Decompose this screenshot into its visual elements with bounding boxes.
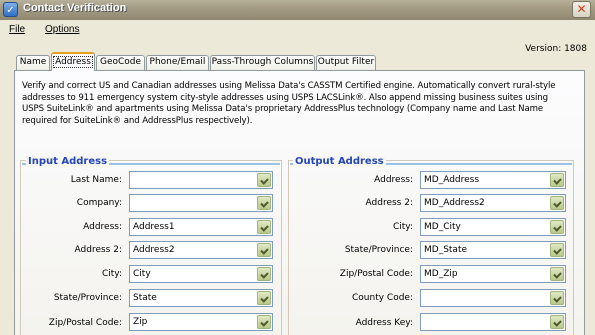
input-zip-combo[interactable]: Zip bbox=[129, 313, 273, 331]
output-zip-label: Zip/Postal Code: bbox=[339, 269, 413, 279]
dropdown-arrow-icon[interactable] bbox=[257, 267, 271, 281]
dropdown-arrow-icon[interactable] bbox=[550, 315, 564, 329]
tab-name[interactable]: Name bbox=[16, 55, 50, 70]
input-address-label: Address: bbox=[83, 222, 122, 232]
menu-file-label: File bbox=[9, 24, 26, 35]
input-state-label: State/Province: bbox=[53, 293, 122, 303]
close-button[interactable]: ✕ bbox=[572, 1, 591, 18]
description-line: addresses to 911 emergency system city-s… bbox=[22, 92, 548, 103]
dropdown-arrow-icon[interactable] bbox=[257, 173, 271, 187]
output-address-combo[interactable]: MD_Address bbox=[420, 171, 566, 189]
combo-value: City bbox=[133, 269, 151, 279]
output-city-label: City: bbox=[392, 222, 413, 232]
input-address2-combo[interactable]: Address2 bbox=[129, 241, 273, 259]
combo-value: Address2 bbox=[133, 245, 175, 255]
tab-phone-email[interactable]: Phone/Email bbox=[146, 55, 209, 70]
title-bar[interactable]: ✓ Contact Verification ✕ bbox=[0, 0, 595, 20]
output-state-label: State/Province: bbox=[344, 245, 413, 255]
tab-name-label: Name bbox=[19, 57, 47, 67]
combo-value: State bbox=[133, 293, 157, 303]
input-city-combo[interactable]: City bbox=[129, 265, 273, 283]
menu-options-label: Options bbox=[45, 24, 80, 35]
combo-value: MD_Address2 bbox=[424, 198, 485, 208]
contact-verification-window: ✓ Contact Verification ✕ File Options Ve… bbox=[0, 0, 595, 335]
tab-output-filter-label: Output Filter bbox=[317, 57, 375, 67]
output-address-key-combo[interactable] bbox=[420, 313, 566, 331]
window-title: Contact Verification bbox=[23, 2, 127, 14]
menu-file[interactable]: File bbox=[9, 24, 25, 35]
tab-phone-email-label: Phone/Email bbox=[149, 57, 206, 67]
dropdown-arrow-icon[interactable] bbox=[550, 243, 564, 257]
menu-bar: File Options bbox=[0, 20, 595, 40]
output-county-code-combo[interactable] bbox=[420, 289, 566, 307]
combo-value: Zip bbox=[133, 317, 148, 327]
description-line: required for SuiteLink® and AddressPlus … bbox=[22, 115, 253, 126]
input-city-label: City: bbox=[101, 269, 122, 279]
tab-geocode-label: GeoCode bbox=[99, 57, 142, 67]
dropdown-arrow-icon[interactable] bbox=[550, 173, 564, 187]
tab-pass-through-columns[interactable]: Pass-Through Columns bbox=[210, 55, 315, 70]
output-address2-combo[interactable]: MD_Address2 bbox=[420, 194, 566, 212]
output-zip-combo[interactable]: MD_Zip bbox=[420, 265, 566, 283]
input-company-combo[interactable] bbox=[129, 194, 273, 212]
tab-address-label: Address bbox=[53, 56, 93, 68]
output-address2-label: Address 2: bbox=[365, 198, 413, 208]
description-line: USPS SuiteLink® and apartments using Mel… bbox=[22, 104, 544, 115]
app-icon: ✓ bbox=[3, 2, 18, 17]
version-label: Version: 1808 bbox=[525, 44, 587, 54]
combo-value: MD_Address bbox=[424, 175, 480, 185]
input-company-label: Company: bbox=[76, 198, 122, 208]
output-state-combo[interactable]: MD_State bbox=[420, 241, 566, 259]
output-city-combo[interactable]: MD_City bbox=[420, 218, 566, 236]
dropdown-arrow-icon[interactable] bbox=[550, 267, 564, 281]
tab-pass-through-columns-label: Pass-Through Columns bbox=[211, 57, 314, 67]
combo-value: MD_City bbox=[424, 222, 461, 232]
combo-value: Address1 bbox=[133, 222, 175, 232]
output-address-title: Output Address bbox=[293, 156, 386, 167]
menu-options[interactable]: Options bbox=[45, 24, 79, 35]
combo-value: MD_State bbox=[424, 245, 468, 255]
output-address-key-label: Address Key: bbox=[355, 318, 413, 328]
dropdown-arrow-icon[interactable] bbox=[257, 243, 271, 257]
description-line: Verify and correct US and Canadian addre… bbox=[22, 81, 556, 91]
dropdown-arrow-icon[interactable] bbox=[550, 291, 564, 305]
tab-address[interactable]: Address bbox=[51, 52, 95, 71]
dropdown-arrow-icon[interactable] bbox=[550, 220, 564, 234]
dropdown-arrow-icon[interactable] bbox=[257, 315, 271, 329]
output-county-code-label: County Code: bbox=[352, 293, 413, 303]
input-last-name-combo[interactable] bbox=[129, 171, 273, 189]
dropdown-arrow-icon[interactable] bbox=[550, 196, 564, 210]
input-state-combo[interactable]: State bbox=[129, 289, 273, 307]
combo-value: MD_Zip bbox=[424, 269, 458, 279]
input-zip-label: Zip/Postal Code: bbox=[48, 318, 122, 328]
dropdown-arrow-icon[interactable] bbox=[257, 220, 271, 234]
tab-geocode[interactable]: GeoCode bbox=[96, 55, 145, 70]
input-address-combo[interactable]: Address1 bbox=[129, 218, 273, 236]
dropdown-arrow-icon[interactable] bbox=[257, 196, 271, 210]
description-text: Verify and correct US and Canadian addre… bbox=[22, 81, 570, 127]
input-address2-label: Address 2: bbox=[74, 245, 122, 255]
dropdown-arrow-icon[interactable] bbox=[257, 291, 271, 305]
output-address-label: Address: bbox=[374, 175, 413, 185]
input-address-title: Input Address bbox=[26, 156, 110, 167]
input-last-name-label: Last Name: bbox=[70, 175, 122, 185]
tab-output-filter[interactable]: Output Filter bbox=[316, 55, 376, 70]
